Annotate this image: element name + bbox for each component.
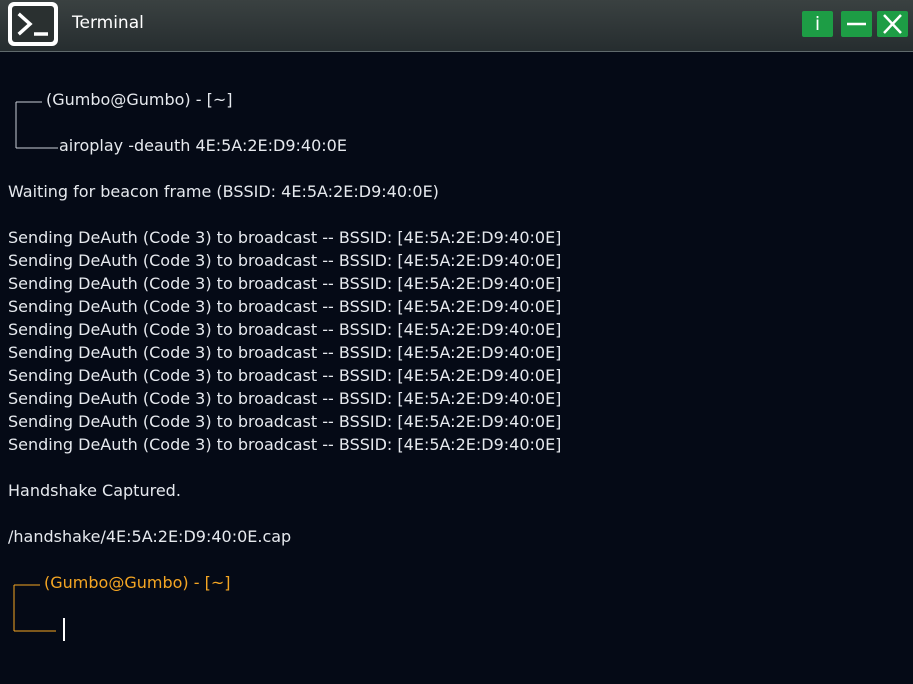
deauth-line: Sending DeAuth (Code 3) to broadcast -- …	[8, 412, 562, 431]
deauth-line: Sending DeAuth (Code 3) to broadcast -- …	[8, 366, 562, 385]
deauth-line: Sending DeAuth (Code 3) to broadcast -- …	[8, 320, 562, 339]
info-button-label: i	[814, 13, 821, 35]
close-icon	[883, 14, 902, 34]
deauth-line: Sending DeAuth (Code 3) to broadcast -- …	[8, 343, 562, 362]
deauth-line: Sending DeAuth (Code 3) to broadcast -- …	[8, 251, 562, 270]
deauth-line: Sending DeAuth (Code 3) to broadcast -- …	[8, 435, 562, 454]
minimize-icon	[847, 22, 866, 26]
prompt-command: airoplay -deauth 4E:5A:2E:D9:40:0E	[59, 136, 347, 155]
close-button[interactable]	[877, 11, 908, 37]
deauth-line: Sending DeAuth (Code 3) to broadcast -- …	[8, 297, 562, 316]
title-bar[interactable]: Terminal i	[0, 0, 913, 52]
terminal-window: Terminal i (Gumbo@Gumbo) - [~] airoplay …	[0, 0, 913, 684]
text-cursor	[63, 618, 65, 641]
capture-file-path: /handshake/4E:5A:2E:D9:40:0E.cap	[8, 527, 292, 546]
window-title: Terminal	[72, 13, 144, 33]
deauth-line: Sending DeAuth (Code 3) to broadcast -- …	[8, 389, 562, 408]
deauth-line: Sending DeAuth (Code 3) to broadcast -- …	[8, 228, 562, 247]
terminal-output[interactable]: (Gumbo@Gumbo) - [~] airoplay -deauth 4E:…	[0, 53, 913, 684]
waiting-message: Waiting for beacon frame (BSSID: 4E:5A:2…	[8, 182, 439, 201]
terminal-icon	[8, 2, 58, 46]
prompt-host: (Gumbo@Gumbo) - [~]	[46, 90, 233, 109]
minimize-button[interactable]	[841, 11, 872, 37]
info-button[interactable]: i	[802, 11, 833, 37]
handshake-captured-message: Handshake Captured.	[8, 481, 181, 500]
active-prompt-host: (Gumbo@Gumbo) - [~]	[44, 573, 231, 592]
deauth-line: Sending DeAuth (Code 3) to broadcast -- …	[8, 274, 562, 293]
